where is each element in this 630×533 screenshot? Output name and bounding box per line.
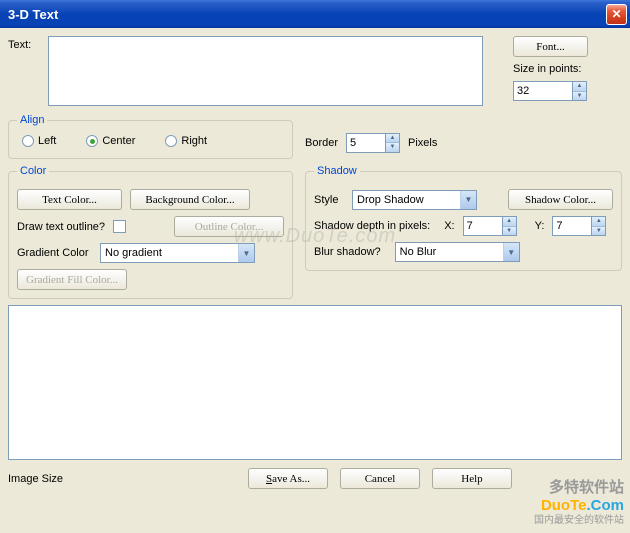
align-group: Align Left Center Right <box>8 114 293 159</box>
align-left-radio[interactable]: Left <box>22 135 56 147</box>
text-label: Text: <box>8 36 48 51</box>
image-size-label: Image Size <box>8 473 63 485</box>
shadow-x-spinner[interactable]: ▲▼ <box>502 216 517 236</box>
preview-area <box>8 305 622 460</box>
border-spinner[interactable]: ▲▼ <box>385 133 400 153</box>
outline-color-button: Outline Color... <box>174 216 284 237</box>
gradient-label: Gradient Color <box>17 247 92 259</box>
title-bar: 3-D Text ✕ <box>0 0 630 28</box>
border-input[interactable] <box>346 133 386 153</box>
gradient-combo[interactable]: No gradient ▼ <box>100 243 255 263</box>
blur-label: Blur shadow? <box>314 246 381 258</box>
help-button[interactable]: Help <box>432 468 512 489</box>
font-button[interactable]: Font... <box>513 36 588 57</box>
outline-checkbox[interactable] <box>113 220 126 233</box>
shadow-y-input[interactable] <box>552 216 592 236</box>
bg-color-button[interactable]: Background Color... <box>130 189 250 210</box>
size-input[interactable] <box>513 81 573 101</box>
cancel-button[interactable]: Cancel <box>340 468 420 489</box>
shadow-legend: Shadow <box>314 165 360 177</box>
outline-label: Draw text outline? <box>17 221 105 233</box>
shadow-style-combo[interactable]: Drop Shadow ▼ <box>352 190 477 210</box>
chevron-down-icon: ▼ <box>503 243 519 261</box>
border-label: Border <box>305 137 338 149</box>
chevron-down-icon: ▼ <box>238 244 254 262</box>
size-spinner[interactable]: ▲▼ <box>572 81 587 101</box>
align-right-radio[interactable]: Right <box>165 135 207 147</box>
text-color-button[interactable]: Text Color... <box>17 189 122 210</box>
close-icon[interactable]: ✕ <box>606 4 627 25</box>
shadow-y-spinner[interactable]: ▲▼ <box>591 216 606 236</box>
shadow-depth-label: Shadow depth in pixels: <box>314 220 430 232</box>
shadow-style-label: Style <box>314 194 344 206</box>
shadow-group: Shadow Style Drop Shadow ▼ Shadow Color.… <box>305 165 622 271</box>
chevron-down-icon: ▼ <box>460 191 476 209</box>
shadow-color-button[interactable]: Shadow Color... <box>508 189 613 210</box>
shadow-y-label: Y: <box>535 220 545 232</box>
border-unit: Pixels <box>408 137 437 149</box>
blur-combo[interactable]: No Blur ▼ <box>395 242 520 262</box>
align-center-radio[interactable]: Center <box>86 135 135 147</box>
shadow-x-label: X: <box>444 220 454 232</box>
color-group: Color Text Color... Background Color... … <box>8 165 293 299</box>
size-label: Size in points: <box>513 63 581 75</box>
save-as-button[interactable]: Save As... <box>248 468 328 489</box>
text-input[interactable] <box>48 36 483 106</box>
shadow-x-input[interactable] <box>463 216 503 236</box>
window-title: 3-D Text <box>8 7 606 22</box>
color-legend: Color <box>17 165 49 177</box>
align-legend: Align <box>17 114 47 126</box>
gradient-fill-button: Gradient Fill Color... <box>17 269 127 290</box>
